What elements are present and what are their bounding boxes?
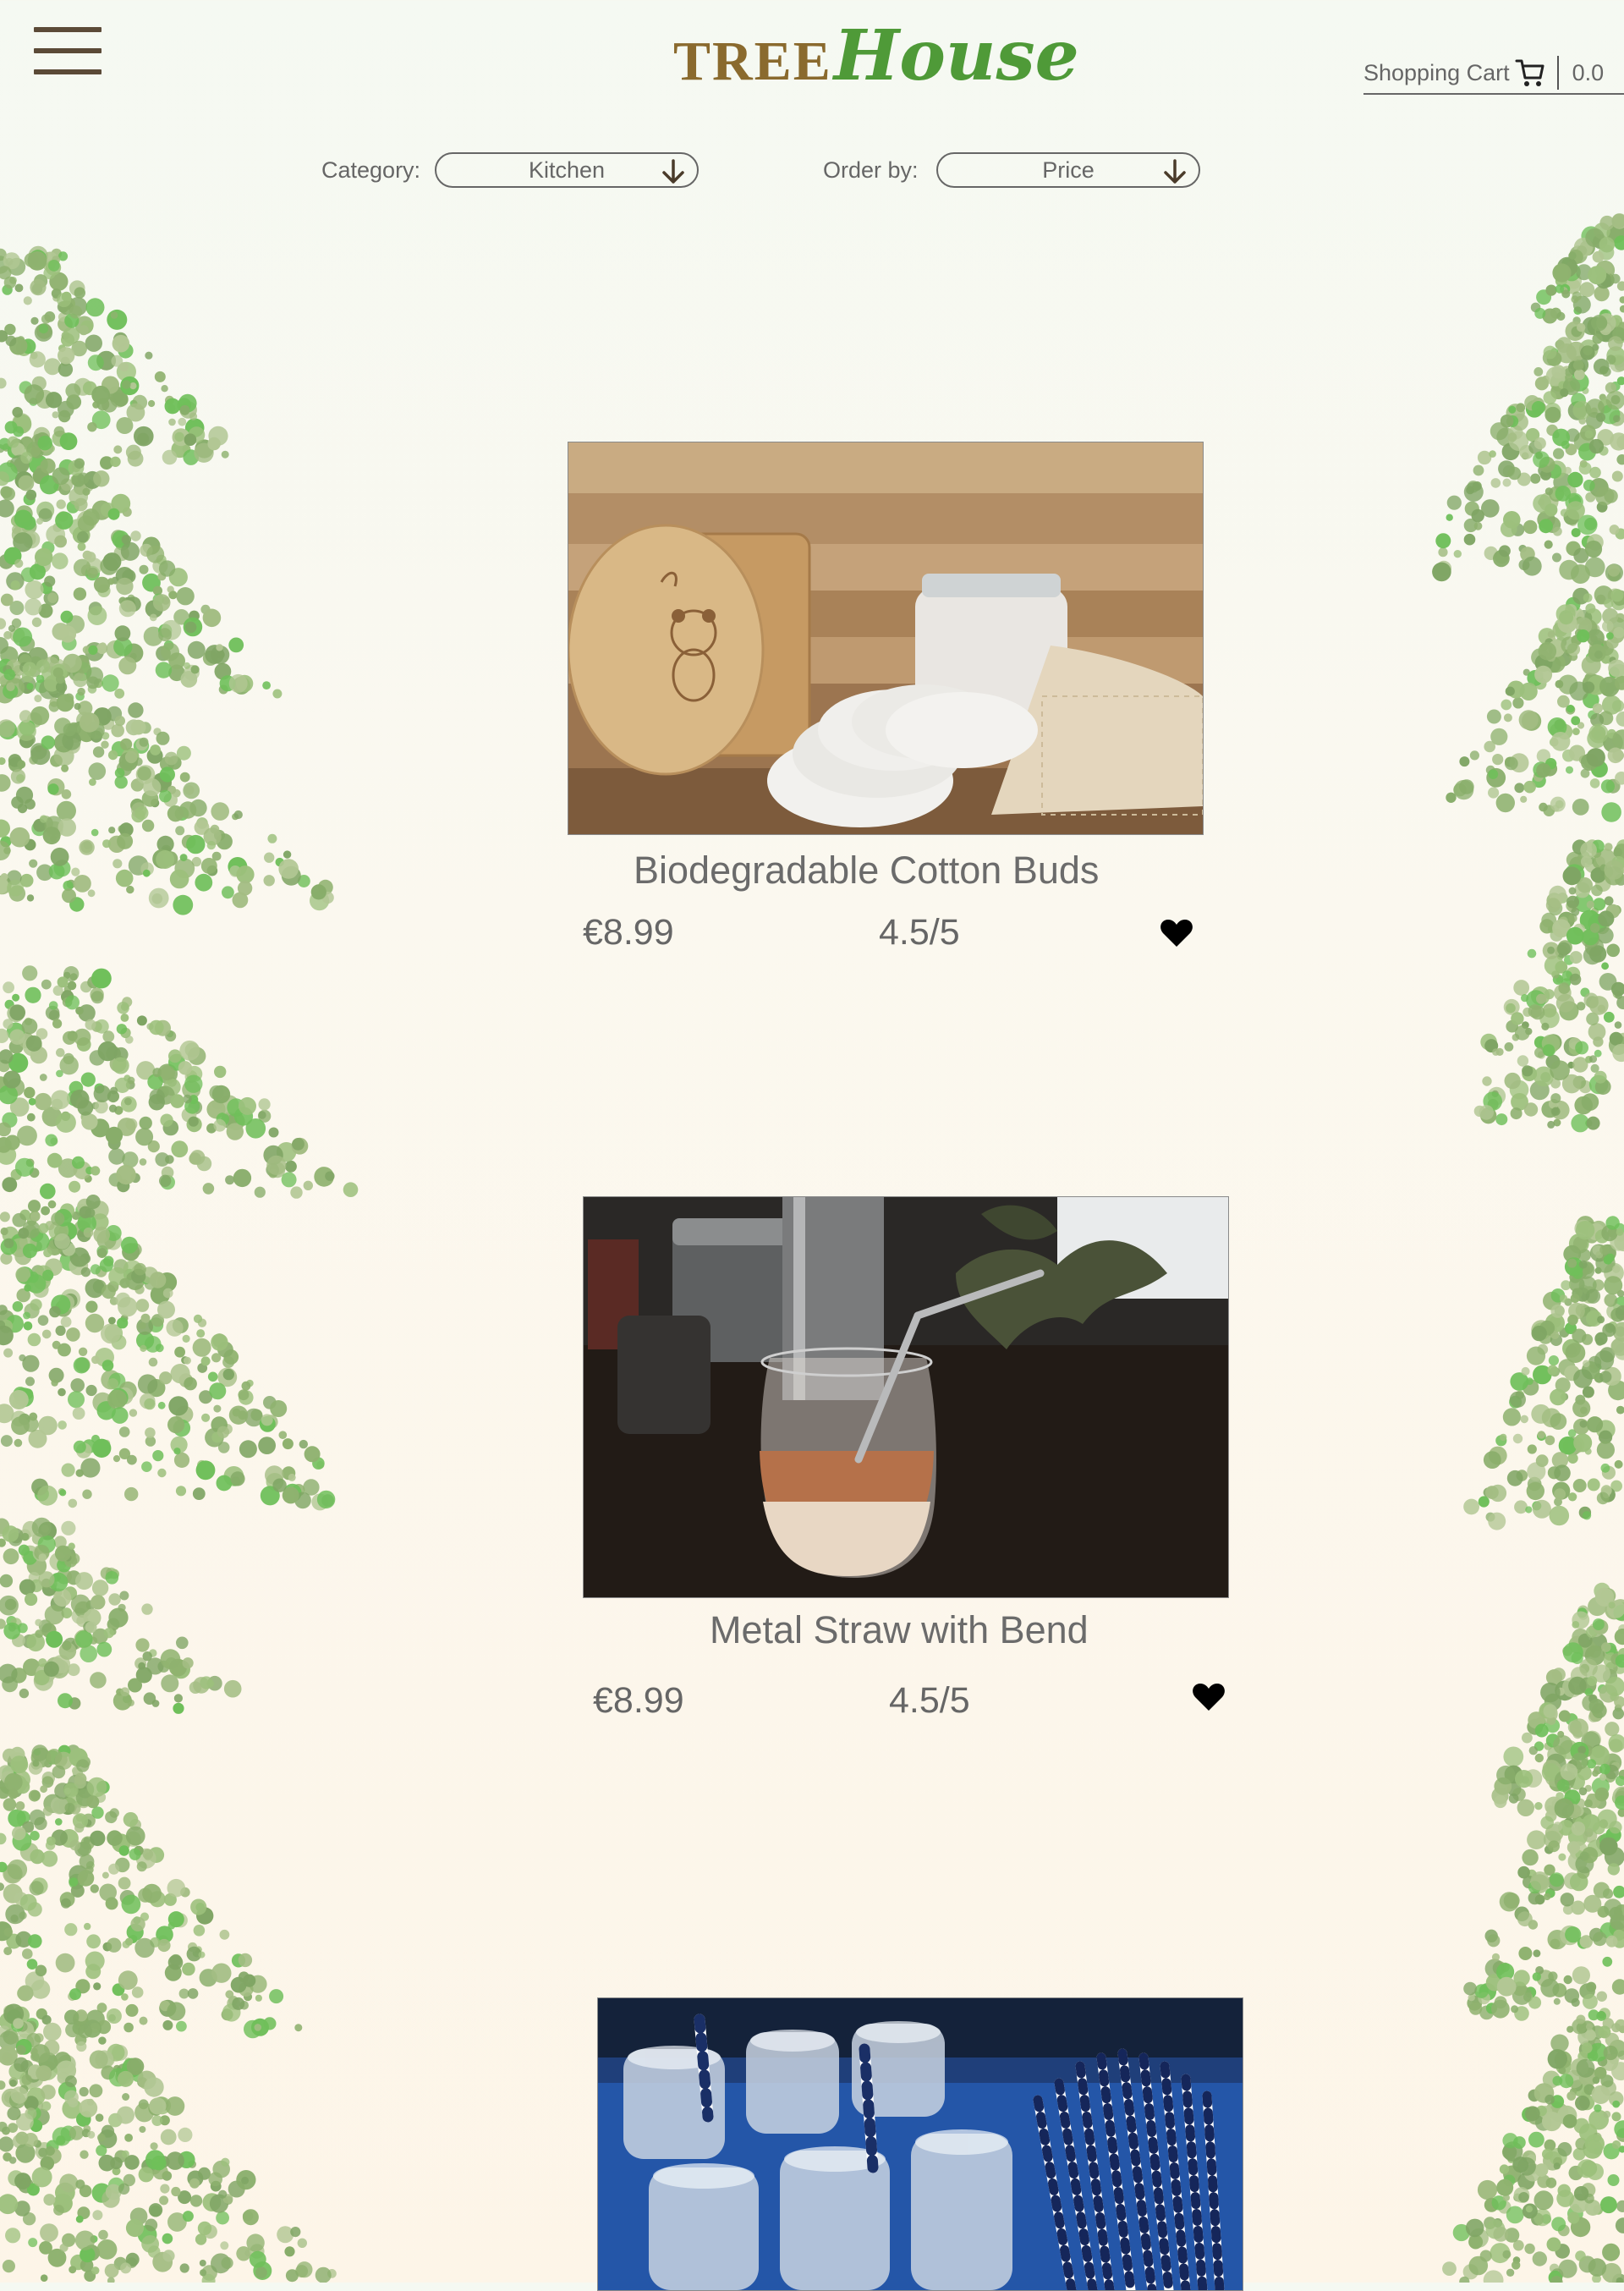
cart-divider bbox=[1557, 56, 1559, 90]
product-image-iced-coffee-metal-straw[interactable] bbox=[583, 1196, 1229, 1598]
product-name[interactable]: Metal Straw with Bend bbox=[710, 1608, 1089, 1652]
right-foliage-decoration bbox=[1379, 0, 1624, 2283]
order-by-select-value: Price bbox=[1042, 157, 1095, 184]
arrow-down-icon bbox=[1161, 158, 1188, 190]
heart-icon[interactable] bbox=[1160, 918, 1193, 953]
cart-total: 0.0 bbox=[1572, 60, 1605, 86]
logo-tree-text: TREE bbox=[673, 30, 832, 94]
arrow-down-icon bbox=[660, 158, 687, 190]
product-name[interactable]: Biodegradable Cotton Buds bbox=[634, 849, 1099, 893]
shopping-cart-button[interactable]: Shopping Cart 0.0 bbox=[1363, 52, 1624, 95]
product-card[interactable]: Biodegradable Cotton Buds €8.99 4.5/5 bbox=[568, 442, 1202, 966]
treehouse-logo[interactable]: TREE House bbox=[673, 15, 1079, 91]
logo-house-text: House bbox=[834, 15, 1079, 96]
order-by-select[interactable]: Price bbox=[936, 152, 1200, 188]
product-price: €8.99 bbox=[593, 1680, 684, 1722]
order-by-label: Order by: bbox=[823, 157, 919, 184]
hamburger-menu-icon[interactable] bbox=[34, 27, 102, 74]
left-foliage-decoration bbox=[0, 0, 398, 2283]
product-image-paper-straws-jars[interactable] bbox=[597, 1997, 1243, 2291]
product-rating: 4.5/5 bbox=[879, 912, 960, 953]
shopping-cart-label: Shopping Cart bbox=[1363, 60, 1510, 86]
category-select[interactable]: Kitchen bbox=[435, 152, 699, 188]
product-price: €8.99 bbox=[583, 912, 674, 953]
shopping-cart-icon bbox=[1515, 58, 1545, 88]
product-card[interactable] bbox=[597, 1997, 1242, 2283]
product-card[interactable]: Metal Straw with Bend €8.99 4.5/5 bbox=[583, 1196, 1227, 1738]
product-rating: 4.5/5 bbox=[889, 1680, 970, 1722]
category-select-value: Kitchen bbox=[529, 157, 605, 184]
heart-icon[interactable] bbox=[1192, 1682, 1226, 1717]
category-label: Category: bbox=[321, 157, 420, 184]
product-image-bamboo-jar-cotton-pads[interactable] bbox=[568, 442, 1204, 835]
